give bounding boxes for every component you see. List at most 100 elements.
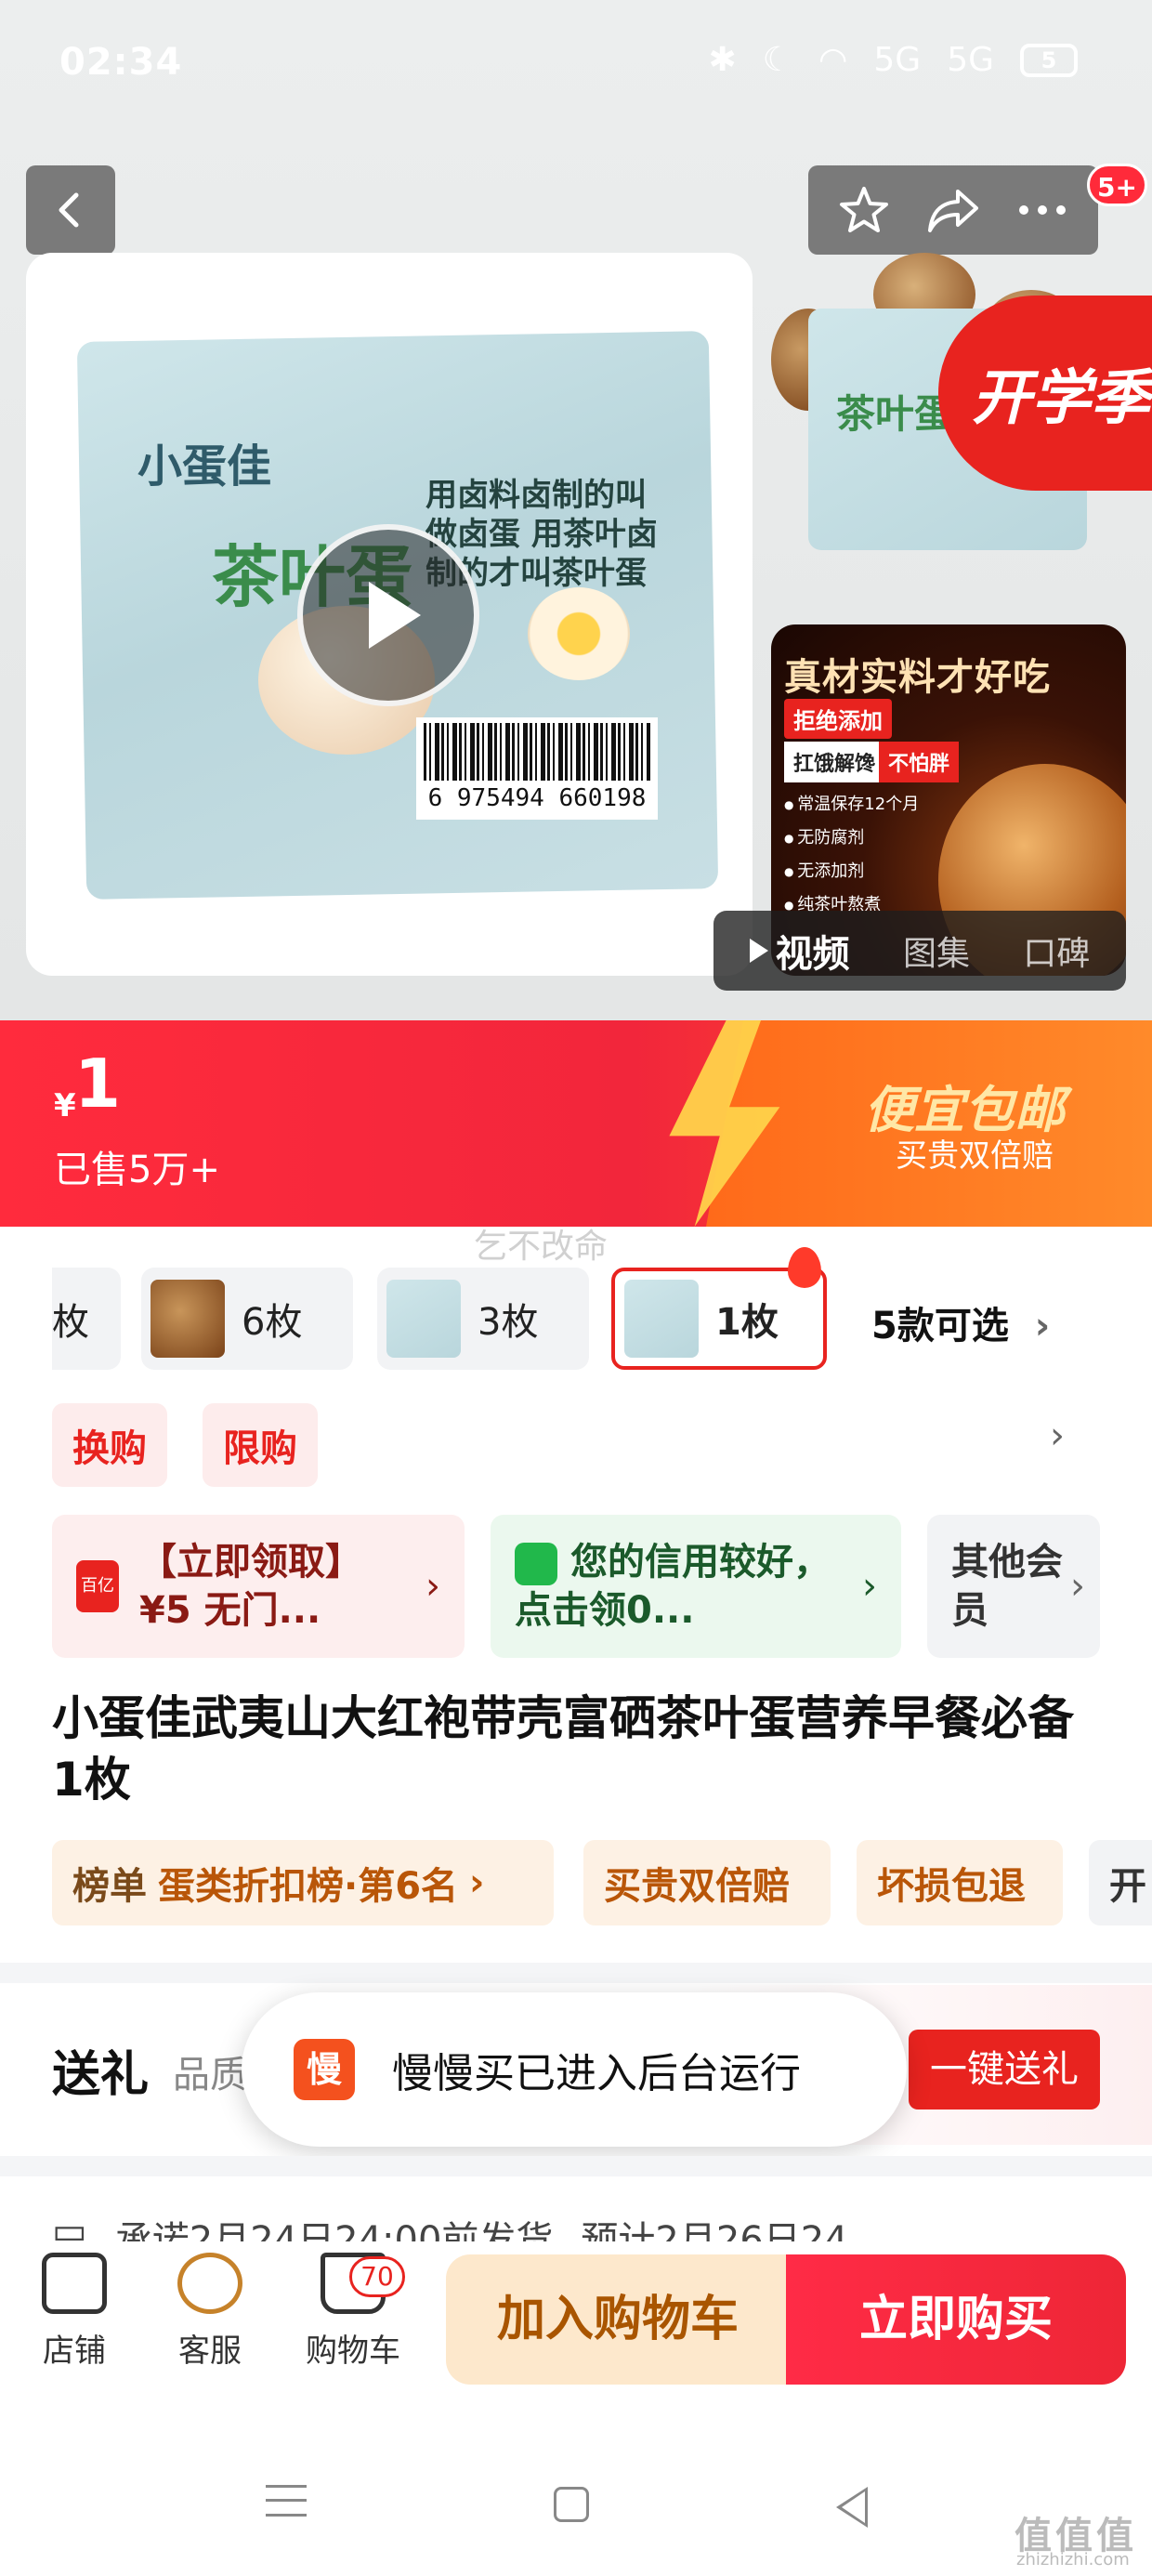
signal-icon: 5G (947, 41, 994, 79)
store-button[interactable]: 店铺 (19, 2253, 130, 2371)
ad-bullet: 常温保存12个月 (784, 788, 919, 821)
tab-gallery-label: 图集 (902, 935, 970, 973)
more-icon[interactable] (1016, 201, 1068, 219)
star-icon[interactable] (838, 184, 890, 236)
gift-title: 送礼 (52, 2047, 150, 2103)
home-icon[interactable] (554, 2487, 589, 2522)
message-badge[interactable]: 5+ (1087, 164, 1147, 206)
wifi-icon: ◠ (818, 41, 848, 79)
ad-chip: 不怕胖 (879, 742, 960, 782)
season-badge-text: 开学季 (972, 363, 1150, 433)
signal-icon: 5G (873, 41, 922, 79)
tab-video[interactable]: 视频 (749, 924, 850, 978)
variant-thumbnail (386, 1280, 461, 1358)
toast-text: 慢慢买已进入后台运行 (392, 2050, 801, 2097)
tag-exchange[interactable]: 换购 (52, 1403, 167, 1487)
variant-thumbnail (624, 1280, 699, 1358)
hot-icon (788, 1247, 821, 1288)
ad-chip: 扛饿解馋 (784, 742, 885, 782)
rank-label: 榜单 (72, 1865, 147, 1908)
extra-chip[interactable]: 开 (1089, 1840, 1152, 1925)
gift-button[interactable]: 一键送礼 (909, 2030, 1100, 2109)
store-icon (42, 2253, 107, 2314)
chevron-right-icon: › (469, 1861, 485, 1904)
moon-icon: ☾ (762, 41, 792, 79)
price-protect-chip[interactable]: 买贵双倍赔 (583, 1840, 831, 1925)
promo-subtitle: 买贵双倍赔 (896, 1137, 1054, 1175)
chevron-right-icon: › (425, 1565, 440, 1608)
customer-service-button[interactable]: 客服 (154, 2253, 266, 2371)
media-tabs: 视频 图集 口碑 (713, 911, 1126, 991)
coupon-text: 您的信用较好，点击领0... (515, 1538, 842, 1635)
package-name: 茶叶蛋 (836, 391, 954, 437)
app-icon: 慢 (294, 2039, 355, 2100)
site-url: zhizhizhi.com (1016, 2550, 1130, 2569)
coupon-text: 【立即领取】¥5 无门... (139, 1541, 362, 1632)
credit-coupon[interactable]: 您的信用较好，点击领0... › (491, 1515, 901, 1658)
buy-now-button[interactable]: 立即购买 (786, 2254, 1126, 2385)
chevron-right-icon[interactable]: › (1050, 1414, 1065, 1457)
status-icons: ✱ ☾ ◠ 5G 5G 5 (708, 41, 1078, 79)
currency-symbol: ¥ (54, 1087, 76, 1124)
service-icon (177, 2253, 242, 2314)
divider (0, 2156, 1152, 2176)
bag-icon (515, 1543, 557, 1585)
battery-icon: 5 (1020, 43, 1078, 77)
barcode: 6 975494 660198 (416, 717, 658, 820)
play-icon (749, 939, 768, 963)
play-button[interactable] (297, 524, 479, 706)
variant-label: 枚 (52, 1301, 89, 1344)
tab-gallery[interactable]: 图集 (903, 927, 970, 975)
chevron-right-icon: › (1070, 1565, 1085, 1608)
more-variants-label: 5款可选 (871, 1305, 1009, 1347)
variant-label: 6枚 (242, 1301, 303, 1344)
package-brand: 小蛋佳 (137, 440, 272, 493)
variant-option[interactable]: 3枚 (377, 1268, 589, 1370)
chevron-right-icon: › (1021, 1305, 1051, 1347)
fried-egg-illustration (528, 587, 630, 680)
price-amount: 1 (74, 1045, 122, 1123)
status-time: 02:34 (59, 41, 183, 84)
play-icon (369, 582, 421, 649)
more-variants-link[interactable]: 5款可选 › (871, 1295, 1050, 1349)
barcode-number: 6 975494 660198 (427, 784, 647, 812)
share-icon[interactable] (926, 184, 980, 236)
sold-count: 已售5万+ (54, 1149, 220, 1191)
cart-count-badge: 70 (349, 2256, 405, 2297)
tab-reviews-label: 口碑 (1023, 935, 1091, 973)
tab-video-label: 视频 (775, 933, 850, 976)
chevron-left-icon (59, 192, 79, 228)
ad-title: 真材实料才好吃 (784, 656, 1051, 699)
main-product-video[interactable]: 小蛋佳 用卤料卤制的叫做卤蛋 用茶叶卤制的才叫茶叶蛋 茶叶蛋 6 975494 … (26, 253, 753, 976)
ad-tag: 拒绝添加 (784, 699, 892, 739)
coupon-icon: 百亿 (76, 1560, 119, 1612)
coupon-text: 其他会员 (951, 1541, 1063, 1632)
header-actions (808, 165, 1098, 255)
bluetooth-icon: ✱ (708, 41, 737, 79)
ad-bullet: 无添加剂 (784, 855, 919, 888)
variant-option[interactable]: 枚 (52, 1268, 121, 1370)
coupon-claim[interactable]: 百亿 【立即领取】¥5 无门... › (52, 1515, 465, 1658)
back-button[interactable] (26, 165, 115, 255)
product-title: 小蛋佳武夷山大红袍带壳富硒茶叶蛋营养早餐必备 1枚 (52, 1691, 1074, 1807)
rank-value: 蛋类折扣榜·第6名 (158, 1865, 459, 1908)
damage-return-chip[interactable]: 坏损包退 (857, 1840, 1063, 1925)
ad-bullets: 常温保存12个月 无防腐剂 无添加剂 纯茶叶熬煮 (784, 788, 919, 922)
member-coupon[interactable]: 其他会员 › (927, 1515, 1100, 1658)
season-badge[interactable]: 开学季 (938, 296, 1152, 491)
variant-label: 3枚 (478, 1301, 539, 1344)
add-to-cart-button[interactable]: 加入购物车 (446, 2254, 790, 2385)
rank-chip[interactable]: 榜单 蛋类折扣榜·第6名 › (52, 1840, 554, 1925)
ad-bullet: 无防腐剂 (784, 821, 919, 855)
watermark: 乞不改命 (474, 1228, 609, 1266)
toast-notification: 慢 慢慢买已进入后台运行 (242, 1992, 907, 2147)
variant-option[interactable]: 6枚 (141, 1268, 353, 1370)
gift-subtitle: 品质 (173, 2054, 247, 2096)
tag-limited[interactable]: 限购 (203, 1403, 318, 1487)
menu-icon[interactable] (266, 2485, 307, 2517)
divider (0, 1963, 1152, 1983)
cart-label: 购物车 (306, 2333, 400, 2370)
tab-reviews[interactable]: 口碑 (1023, 927, 1090, 975)
store-label: 店铺 (43, 2333, 106, 2370)
variant-label: 1枚 (715, 1301, 779, 1344)
